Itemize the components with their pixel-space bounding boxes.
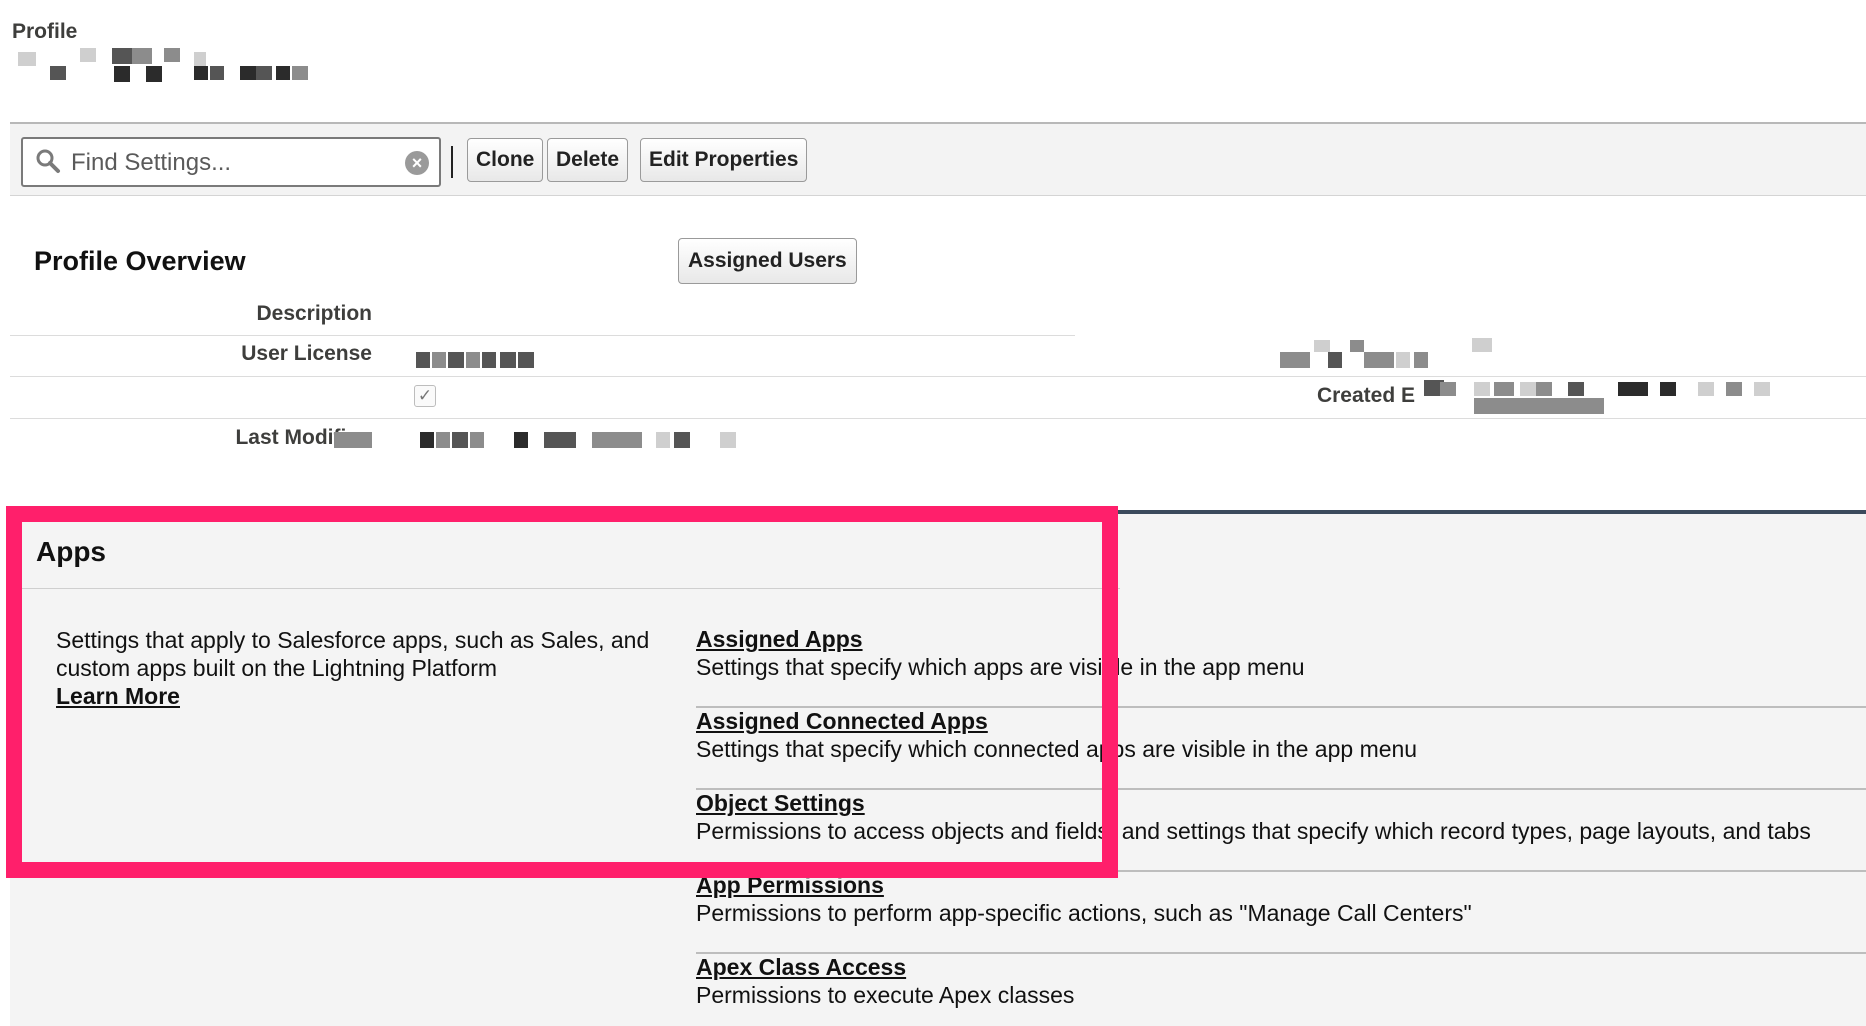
redacted-profile-name (14, 48, 324, 82)
page-label: Profile (12, 20, 78, 43)
object-settings-link[interactable]: Object Settings (696, 790, 865, 817)
apps-description-text: Settings that apply to Salesforce apps, … (56, 627, 650, 681)
toolbar-divider (451, 146, 453, 178)
search-input[interactable] (71, 147, 391, 179)
description-label: Description (256, 302, 372, 325)
setting-description: Settings that specify which apps are vis… (696, 654, 1305, 680)
app-permissions-link[interactable]: App Permissions (696, 872, 884, 899)
learn-more-link[interactable]: Learn More (56, 683, 180, 709)
toolbar: × Clone Delete Edit Properties (10, 122, 1866, 196)
apps-description: Settings that apply to Salesforce apps, … (56, 626, 656, 710)
setting-description: Permissions to perform app-specific acti… (696, 900, 1472, 926)
apex-class-access-link[interactable]: Apex Class Access (696, 954, 906, 981)
profile-overview-title: Profile Overview (34, 246, 246, 276)
setting-item-assigned-connected-apps: Assigned Connected Apps Settings that sp… (696, 708, 1866, 790)
apps-title: Apps (36, 536, 106, 567)
row-divider (10, 376, 1866, 377)
redacted-last-modified (334, 430, 746, 450)
assigned-users-button[interactable]: Assigned Users (678, 238, 857, 284)
row-divider (10, 418, 1866, 419)
clear-icon[interactable]: × (405, 151, 429, 175)
setting-item-apex-class-access: Apex Class Access Permissions to execute… (696, 954, 1866, 1026)
search-icon (36, 149, 60, 173)
setting-description: Settings that specify which connected ap… (696, 736, 1418, 762)
setting-description: Permissions to execute Apex classes (696, 982, 1075, 1008)
row-divider (10, 335, 1075, 336)
user-license-label: User License (241, 342, 372, 365)
redacted-right-value (1280, 338, 1504, 368)
setting-item-app-permissions: App Permissions Permissions to perform a… (696, 872, 1866, 954)
redacted-created-by (1420, 380, 1800, 416)
checkmark-icon: ✓ (414, 385, 436, 407)
edit-properties-button[interactable]: Edit Properties (640, 138, 808, 182)
setting-description: Permissions to access objects and fields… (696, 818, 1811, 844)
last-modified-label: Last Modifie (235, 426, 358, 449)
assigned-connected-apps-link[interactable]: Assigned Connected Apps (696, 708, 988, 735)
setting-item-assigned-apps: Assigned Apps Settings that specify whic… (696, 626, 1866, 708)
redacted-user-license (414, 350, 544, 370)
apps-divider (10, 588, 1120, 589)
assigned-apps-link[interactable]: Assigned Apps (696, 626, 863, 653)
delete-button[interactable]: Delete (547, 138, 629, 182)
created-by-label: Created E (1316, 384, 1415, 407)
setting-item-object-settings: Object Settings Permissions to access ob… (696, 790, 1866, 872)
clone-button[interactable]: Clone (467, 138, 544, 182)
search-box[interactable]: × (21, 137, 441, 187)
